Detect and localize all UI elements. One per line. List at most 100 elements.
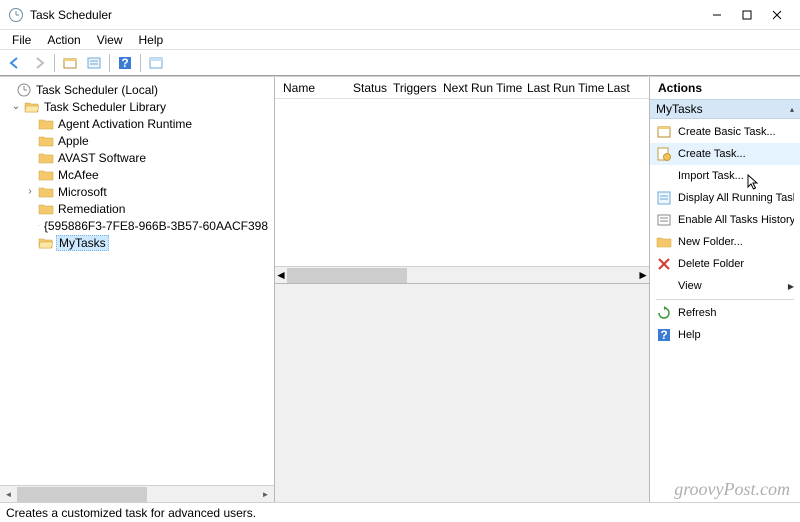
column-headers: Name Status Triggers Next Run Time Last …: [275, 77, 649, 99]
collapse-icon[interactable]: ▴: [790, 105, 794, 114]
col-last-result[interactable]: Last: [607, 78, 637, 98]
delete-icon: [656, 256, 672, 272]
window-title: Task Scheduler: [30, 8, 112, 22]
close-button[interactable]: [762, 5, 792, 25]
minimize-button[interactable]: [702, 5, 732, 25]
action-label: Import Task...: [678, 170, 744, 182]
tree-item-selected[interactable]: MyTasks: [0, 234, 274, 251]
action-import-task[interactable]: Import Task...: [650, 165, 800, 187]
tree-item[interactable]: Remediation: [0, 200, 274, 217]
expander-icon[interactable]: ⌄: [8, 101, 24, 112]
scroll-thumb[interactable]: [287, 268, 407, 283]
action-label: Delete Folder: [678, 258, 744, 270]
action-new-folder[interactable]: New Folder...: [650, 231, 800, 253]
action-label: Create Task...: [678, 148, 746, 160]
actions-section[interactable]: MyTasks ▴: [650, 99, 800, 119]
col-last-run[interactable]: Last Run Time: [527, 78, 607, 98]
scroll-right-icon[interactable]: ►: [637, 268, 649, 282]
scroll-left-icon[interactable]: ◄: [275, 268, 287, 282]
tree-item[interactable]: › Microsoft: [0, 183, 274, 200]
scroll-thumb[interactable]: [17, 487, 147, 502]
tree-scrollbar[interactable]: ◄ ►: [0, 485, 274, 502]
tree-label: Microsoft: [56, 185, 109, 199]
list-scrollbar[interactable]: ◄ ►: [275, 266, 649, 283]
tree-label: Agent Activation Runtime: [56, 117, 194, 131]
menu-action[interactable]: Action: [39, 31, 88, 49]
status-bar: Creates a customized task for advanced u…: [0, 502, 800, 522]
tree-label: AVAST Software: [56, 151, 148, 165]
action-label: New Folder...: [678, 236, 743, 248]
menu-view[interactable]: View: [89, 31, 131, 49]
action-refresh[interactable]: Refresh: [650, 302, 800, 324]
tree-item[interactable]: {595886F3-7FE8-966B-3B57-60AACF398: [0, 217, 274, 234]
tree-pane: Task Scheduler (Local) ⌄ Task Scheduler …: [0, 77, 275, 502]
tree-item[interactable]: AVAST Software: [0, 149, 274, 166]
action-label: Help: [678, 329, 701, 341]
scroll-left-icon[interactable]: ◄: [0, 486, 17, 503]
tree-item[interactable]: Apple: [0, 132, 274, 149]
scroll-right-icon[interactable]: ►: [257, 486, 274, 503]
task-icon: [656, 146, 672, 162]
action-create-basic-task[interactable]: Create Basic Task...: [650, 121, 800, 143]
folder-icon: [38, 184, 54, 200]
actions-pane: Actions MyTasks ▴ Create Basic Task... C…: [650, 77, 800, 502]
folder-open-icon: [38, 235, 54, 251]
task-details-pane: [275, 283, 649, 502]
folder-icon: [38, 167, 54, 183]
tree-item[interactable]: McAfee: [0, 166, 274, 183]
display-running-icon[interactable]: [83, 52, 105, 74]
none-icon: [656, 168, 672, 184]
svg-text:?: ?: [121, 56, 128, 70]
action-create-task[interactable]: Create Task...: [650, 143, 800, 165]
tree[interactable]: Task Scheduler (Local) ⌄ Task Scheduler …: [0, 77, 274, 485]
folder-icon: [38, 133, 54, 149]
content-area: Task Scheduler (Local) ⌄ Task Scheduler …: [0, 76, 800, 502]
tree-library[interactable]: ⌄ Task Scheduler Library: [0, 98, 274, 115]
folder-icon: [38, 201, 54, 217]
refresh-icon: [656, 305, 672, 321]
expander-icon[interactable]: ›: [22, 186, 38, 197]
toolbar: ?: [0, 50, 800, 76]
title-bar: Task Scheduler: [0, 0, 800, 30]
action-label: Refresh: [678, 307, 717, 319]
display-icon: [656, 190, 672, 206]
none-icon: [656, 278, 672, 294]
separator: [656, 299, 794, 300]
menu-help[interactable]: Help: [131, 31, 172, 49]
task-list-body[interactable]: [275, 99, 649, 266]
actions-title: Actions: [650, 77, 800, 99]
menu-bar: File Action View Help: [0, 30, 800, 50]
action-help[interactable]: ? Help: [650, 324, 800, 346]
scheduler-icon: [16, 82, 32, 98]
task-list-pane: Name Status Triggers Next Run Time Last …: [275, 77, 650, 502]
history-icon: [656, 212, 672, 228]
menu-file[interactable]: File: [4, 31, 39, 49]
col-triggers[interactable]: Triggers: [393, 78, 443, 98]
action-delete-folder[interactable]: Delete Folder: [650, 253, 800, 275]
forward-button[interactable]: [28, 52, 50, 74]
svg-text:?: ?: [660, 328, 667, 342]
col-next-run[interactable]: Next Run Time: [443, 78, 527, 98]
tree-label: {595886F3-7FE8-966B-3B57-60AACF398: [42, 219, 270, 233]
properties-icon[interactable]: [145, 52, 167, 74]
tree-root[interactable]: Task Scheduler (Local): [0, 81, 274, 98]
action-view[interactable]: View ▶: [650, 275, 800, 297]
col-status[interactable]: Status: [353, 78, 393, 98]
create-task-icon[interactable]: [59, 52, 81, 74]
col-name[interactable]: Name: [283, 78, 353, 98]
action-label: Create Basic Task...: [678, 126, 776, 138]
maximize-button[interactable]: [732, 5, 762, 25]
folder-open-icon: [24, 99, 40, 115]
tree-label: Remediation: [56, 202, 127, 216]
folder-icon: [656, 234, 672, 250]
folder-icon: [38, 218, 40, 234]
help-icon[interactable]: ?: [114, 52, 136, 74]
back-button[interactable]: [4, 52, 26, 74]
app-icon: [8, 7, 24, 23]
tree-item[interactable]: Agent Activation Runtime: [0, 115, 274, 132]
help-icon: ?: [656, 327, 672, 343]
action-label: View: [678, 280, 702, 292]
action-display-running[interactable]: Display All Running Tasks: [650, 187, 800, 209]
action-enable-history[interactable]: Enable All Tasks History: [650, 209, 800, 231]
actions-section-label: MyTasks: [656, 102, 703, 116]
